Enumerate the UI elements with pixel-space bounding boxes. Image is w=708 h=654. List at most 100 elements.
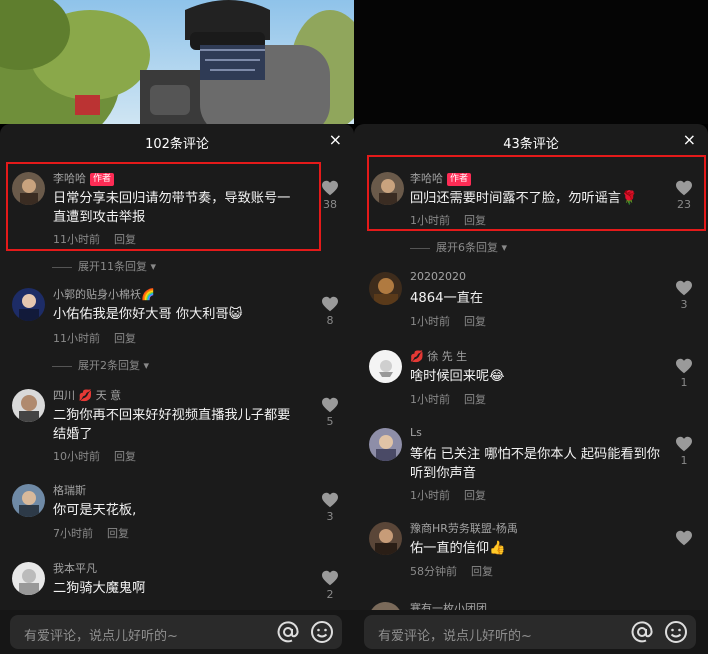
comment-time: 1小时前 <box>410 315 450 328</box>
chevron-down-icon: ▾ <box>140 359 150 372</box>
reply-button[interactable]: 回复 <box>464 489 486 502</box>
comment-input[interactable]: 有爱评论，说点儿好听的~ <box>364 615 696 649</box>
comment-meta: 11小时前 回复 <box>53 231 136 247</box>
input-placeholder: 有爱评论，说点儿好听的~ <box>378 629 532 644</box>
reply-button[interactable]: 回复 <box>471 565 493 578</box>
comment-item: 小郭的贴身小棉袄🌈 小佑佑我是你好大哥 你大利哥😺 11小时前 回复 8 <box>0 286 354 352</box>
input-placeholder: 有爱评论，说点儿好听的~ <box>24 629 178 644</box>
comment-username[interactable]: 20202020 <box>410 270 466 283</box>
expand-replies-button[interactable]: 展开6条回复 ▾ <box>410 239 507 255</box>
comment-text: 啥时候回来呢😂 <box>410 369 505 384</box>
like-button[interactable]: 5 <box>318 397 342 428</box>
at-icon[interactable] <box>630 620 654 644</box>
comment-count-title: 102条评论 <box>145 137 209 152</box>
comment-meta: 7小时前 回复 <box>53 525 129 541</box>
avatar[interactable] <box>369 272 402 305</box>
comment-time: 11小时前 <box>53 332 100 345</box>
comments-sheet: 102条评论 × 李哈哈 作者 日常分享未回归请勿带节奏，导致账号一直遭到攻击举报… <box>0 124 354 654</box>
reply-button[interactable]: 回复 <box>464 214 486 227</box>
comment-text: 你可是天花板, <box>53 503 137 518</box>
comment-item: 豫商HR劳务联盟-杨禹 佑一直的信仰👍 58分钟前 回复 <box>354 520 708 584</box>
comment-username[interactable]: 小郭的贴身小棉袄🌈 <box>53 286 155 302</box>
heart-icon <box>322 397 338 413</box>
comment-item: 四川 💋 天 意 二狗你再不回来好好视频直播我儿子都要结婚了 10小时前 回复 5 <box>0 387 354 467</box>
comment-item: Ls 等佑 已关注 哪怕不是你本人 起码能看到你 听到你声音 1小时前 回复 1 <box>354 426 708 510</box>
like-button[interactable]: 38 <box>318 180 342 211</box>
expand-replies-button[interactable]: 展开11条回复 ▾ <box>52 258 156 274</box>
reply-button[interactable]: 回复 <box>107 527 129 540</box>
avatar[interactable] <box>12 389 45 422</box>
like-button[interactable]: 3 <box>672 280 696 311</box>
comment-username[interactable]: 李哈哈 作者 <box>53 170 115 186</box>
close-icon[interactable]: × <box>329 130 342 149</box>
comment-item: 格瑞斯 你可是天花板, 7小时前 回复 3 <box>0 482 354 548</box>
comment-time: 7小时前 <box>53 527 93 540</box>
avatar[interactable] <box>12 562 45 595</box>
comment-meta: 1小时前 回复 <box>410 391 486 407</box>
comment-time: 58分钟前 <box>410 565 457 578</box>
comment-text: 4864一直在 <box>410 291 484 306</box>
comment-username[interactable]: 四川 💋 天 意 <box>53 387 121 403</box>
comment-meta: 1小时前 回复 <box>410 487 486 503</box>
like-button[interactable]: 8 <box>318 296 342 327</box>
like-count: 23 <box>677 198 691 211</box>
like-button[interactable]: 3 <box>318 492 342 523</box>
comment-input[interactable]: 有爱评论，说点儿好听的~ <box>10 615 342 649</box>
like-button[interactable]: 23 <box>672 180 696 211</box>
comment-text: 佑一直的信仰👍 <box>410 541 506 556</box>
avatar[interactable] <box>12 288 45 321</box>
like-button[interactable]: 2 <box>318 570 342 601</box>
expand-replies-button[interactable]: 展开2条回复 ▾ <box>52 357 149 373</box>
reply-button[interactable]: 回复 <box>464 393 486 406</box>
comments-sheet: 43条评论 × 李哈哈 作者 回归还需要时间露不了脸，勿听谣言🌹 1小时前 回复 2… <box>354 124 708 654</box>
comment-meta: 10小时前 回复 <box>53 448 136 464</box>
comment-username[interactable]: 格瑞斯 <box>53 482 86 498</box>
comment-username[interactable]: 我本平凡 <box>53 560 97 576</box>
reply-button[interactable]: 回复 <box>114 332 136 345</box>
comment-time: 1小时前 <box>410 489 450 502</box>
like-count: 1 <box>680 454 688 467</box>
comment-item: 李哈哈 作者 日常分享未回归请勿带节奏，导致账号一直遭到攻击举报 11小时前 回复 … <box>0 170 354 250</box>
avatar[interactable] <box>369 522 402 555</box>
like-button[interactable] <box>672 530 696 546</box>
like-count: 1 <box>680 376 688 389</box>
comment-username[interactable]: 💋 徐 先 生 <box>410 348 467 364</box>
comment-meta: 1小时前 回复 <box>410 212 486 228</box>
comment-username[interactable]: 豫商HR劳务联盟-杨禹 <box>410 520 518 536</box>
author-badge: 作者 <box>447 173 472 186</box>
like-count: 3 <box>680 298 688 311</box>
avatar[interactable] <box>12 484 45 517</box>
chevron-down-icon: ▾ <box>498 241 508 254</box>
smiley-icon[interactable] <box>310 620 334 644</box>
comment-item: 20202020 4864一直在 1小时前 回复 3 <box>354 270 708 334</box>
avatar[interactable] <box>12 172 45 205</box>
avatar[interactable] <box>369 350 402 383</box>
reply-button[interactable]: 回复 <box>114 233 136 246</box>
comment-count-title: 43条评论 <box>503 137 559 152</box>
comment-input-bar: 有爱评论，说点儿好听的~ <box>354 610 708 654</box>
comment-username[interactable]: Ls <box>410 426 422 439</box>
comment-item: 我本平凡 二狗骑大魔鬼啊 2 <box>0 560 354 610</box>
like-count: 2 <box>326 588 334 601</box>
comment-input-bar: 有爱评论，说点儿好听的~ <box>0 610 354 654</box>
comment-text: 二狗骑大魔鬼啊 <box>53 581 146 596</box>
heart-icon <box>676 358 692 374</box>
like-count: 38 <box>323 198 337 211</box>
comment-time: 1小时前 <box>410 393 450 406</box>
at-icon[interactable] <box>276 620 300 644</box>
like-button[interactable]: 1 <box>672 436 696 467</box>
chevron-down-icon: ▾ <box>147 260 157 273</box>
author-badge: 作者 <box>90 173 115 186</box>
comment-time: 11小时前 <box>53 233 100 246</box>
like-button[interactable]: 1 <box>672 358 696 389</box>
reply-button[interactable]: 回复 <box>464 315 486 328</box>
reply-button[interactable]: 回复 <box>114 450 136 463</box>
avatar[interactable] <box>371 172 404 205</box>
comment-username[interactable]: 李哈哈 作者 <box>410 170 472 186</box>
smiley-icon[interactable] <box>664 620 688 644</box>
avatar[interactable] <box>369 428 402 461</box>
comment-text: 二狗你再不回来好好视频直播我儿子都要结婚了 <box>53 408 291 442</box>
close-icon[interactable]: × <box>683 130 696 149</box>
video-preview[interactable] <box>354 0 708 124</box>
video-preview[interactable] <box>0 0 354 124</box>
